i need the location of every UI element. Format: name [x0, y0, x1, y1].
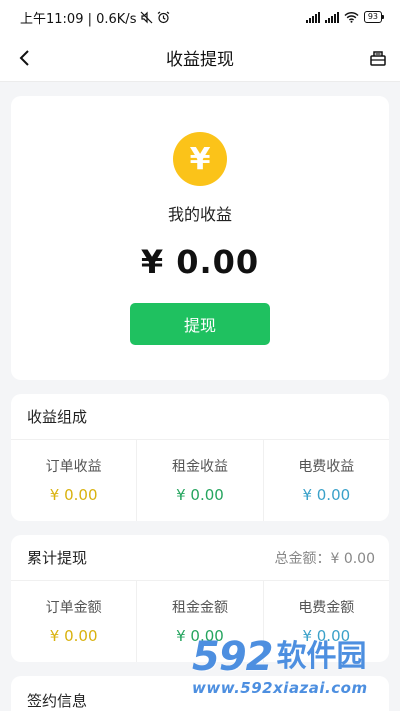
earnings-card: ¥ 我的收益 ¥ 0.00 提现 [11, 96, 389, 380]
total-amount: 总金额：¥ 0.00 [274, 548, 375, 568]
earnings-amount: ¥ 0.00 [140, 243, 260, 281]
stat-order-earnings: 订单收益 ¥ 0.00 [11, 440, 138, 521]
section-header: 收益组成 [11, 394, 389, 440]
withdraw-record-icon [370, 51, 386, 66]
status-bar: 上午11:09 | 0.6K/s 93 [0, 0, 400, 34]
chevron-left-icon [19, 50, 29, 66]
stat-value: ¥ 0.00 [302, 627, 351, 645]
stat-label: 订单金额 [45, 600, 102, 616]
stat-electricity-earnings: 电费收益 ¥ 0.00 [264, 440, 389, 521]
status-left: 上午11:09 | 0.6K/s [20, 8, 170, 27]
section-title: 累计提现 [27, 549, 88, 567]
mute-icon [141, 11, 153, 23]
stats-row: 订单收益 ¥ 0.00 租金收益 ¥ 0.00 电费收益 ¥ 0.00 [11, 440, 389, 521]
yuan-coin-icon: ¥ [173, 132, 227, 186]
stat-label: 电费金额 [298, 600, 355, 616]
section-title: 收益组成 [27, 408, 88, 426]
stat-rent-amount: 租金金额 ¥ 0.00 [137, 581, 264, 662]
battery-indicator: 93 [363, 11, 385, 23]
stat-value: ¥ 0.00 [302, 486, 351, 504]
section-title: 签约信息 [27, 692, 88, 710]
signal-icon [305, 11, 320, 23]
stat-value: ¥ 0.00 [49, 627, 98, 645]
stat-value: ¥ 0.00 [176, 486, 224, 504]
stat-value: ¥ 0.00 [49, 486, 98, 504]
status-time-speed: 上午11:09 | 0.6K/s [20, 11, 137, 27]
stat-rent-earnings: 租金收益 ¥ 0.00 [137, 440, 264, 521]
status-right: 93 [305, 11, 385, 23]
cumulative-withdraw-card: 累计提现 总金额：¥ 0.00 订单金额 ¥ 0.00 租金金额 ¥ 0.00 … [11, 535, 389, 662]
withdraw-button[interactable]: 提现 [130, 303, 270, 345]
stat-value: ¥ 0.00 [176, 627, 224, 645]
stat-label: 租金金额 [171, 600, 228, 616]
stat-label: 电费收益 [298, 459, 355, 475]
total-label: 总金额： [274, 550, 331, 567]
stat-order-amount: 订单金额 ¥ 0.00 [11, 581, 138, 662]
earnings-composition-card: 收益组成 订单收益 ¥ 0.00 租金收益 ¥ 0.00 电费收益 ¥ 0.00 [11, 394, 389, 521]
signal-hd-icon [324, 11, 339, 23]
withdraw-record-button[interactable] [366, 46, 390, 70]
stat-label: 订单收益 [45, 459, 102, 475]
stat-label: 租金收益 [171, 459, 228, 475]
stats-row: 订单金额 ¥ 0.00 租金金额 ¥ 0.00 电费金额 ¥ 0.00 [11, 581, 389, 662]
section-header: 累计提现 总金额：¥ 0.00 [11, 535, 389, 581]
earnings-label: 我的收益 [167, 205, 232, 224]
stat-electricity-amount: 电费金额 ¥ 0.00 [264, 581, 389, 662]
back-button[interactable] [12, 46, 36, 70]
main-content: ¥ 我的收益 ¥ 0.00 提现 收益组成 订单收益 ¥ 0.00 租金收益 ¥… [0, 82, 400, 711]
wifi-icon [344, 11, 359, 23]
nav-bar: 收益提现 [0, 34, 400, 82]
page-title: 收益提现 [166, 50, 234, 70]
alarm-icon [158, 11, 170, 23]
contract-info-card[interactable]: 签约信息 [11, 676, 389, 711]
total-value: ¥ 0.00 [330, 550, 375, 567]
